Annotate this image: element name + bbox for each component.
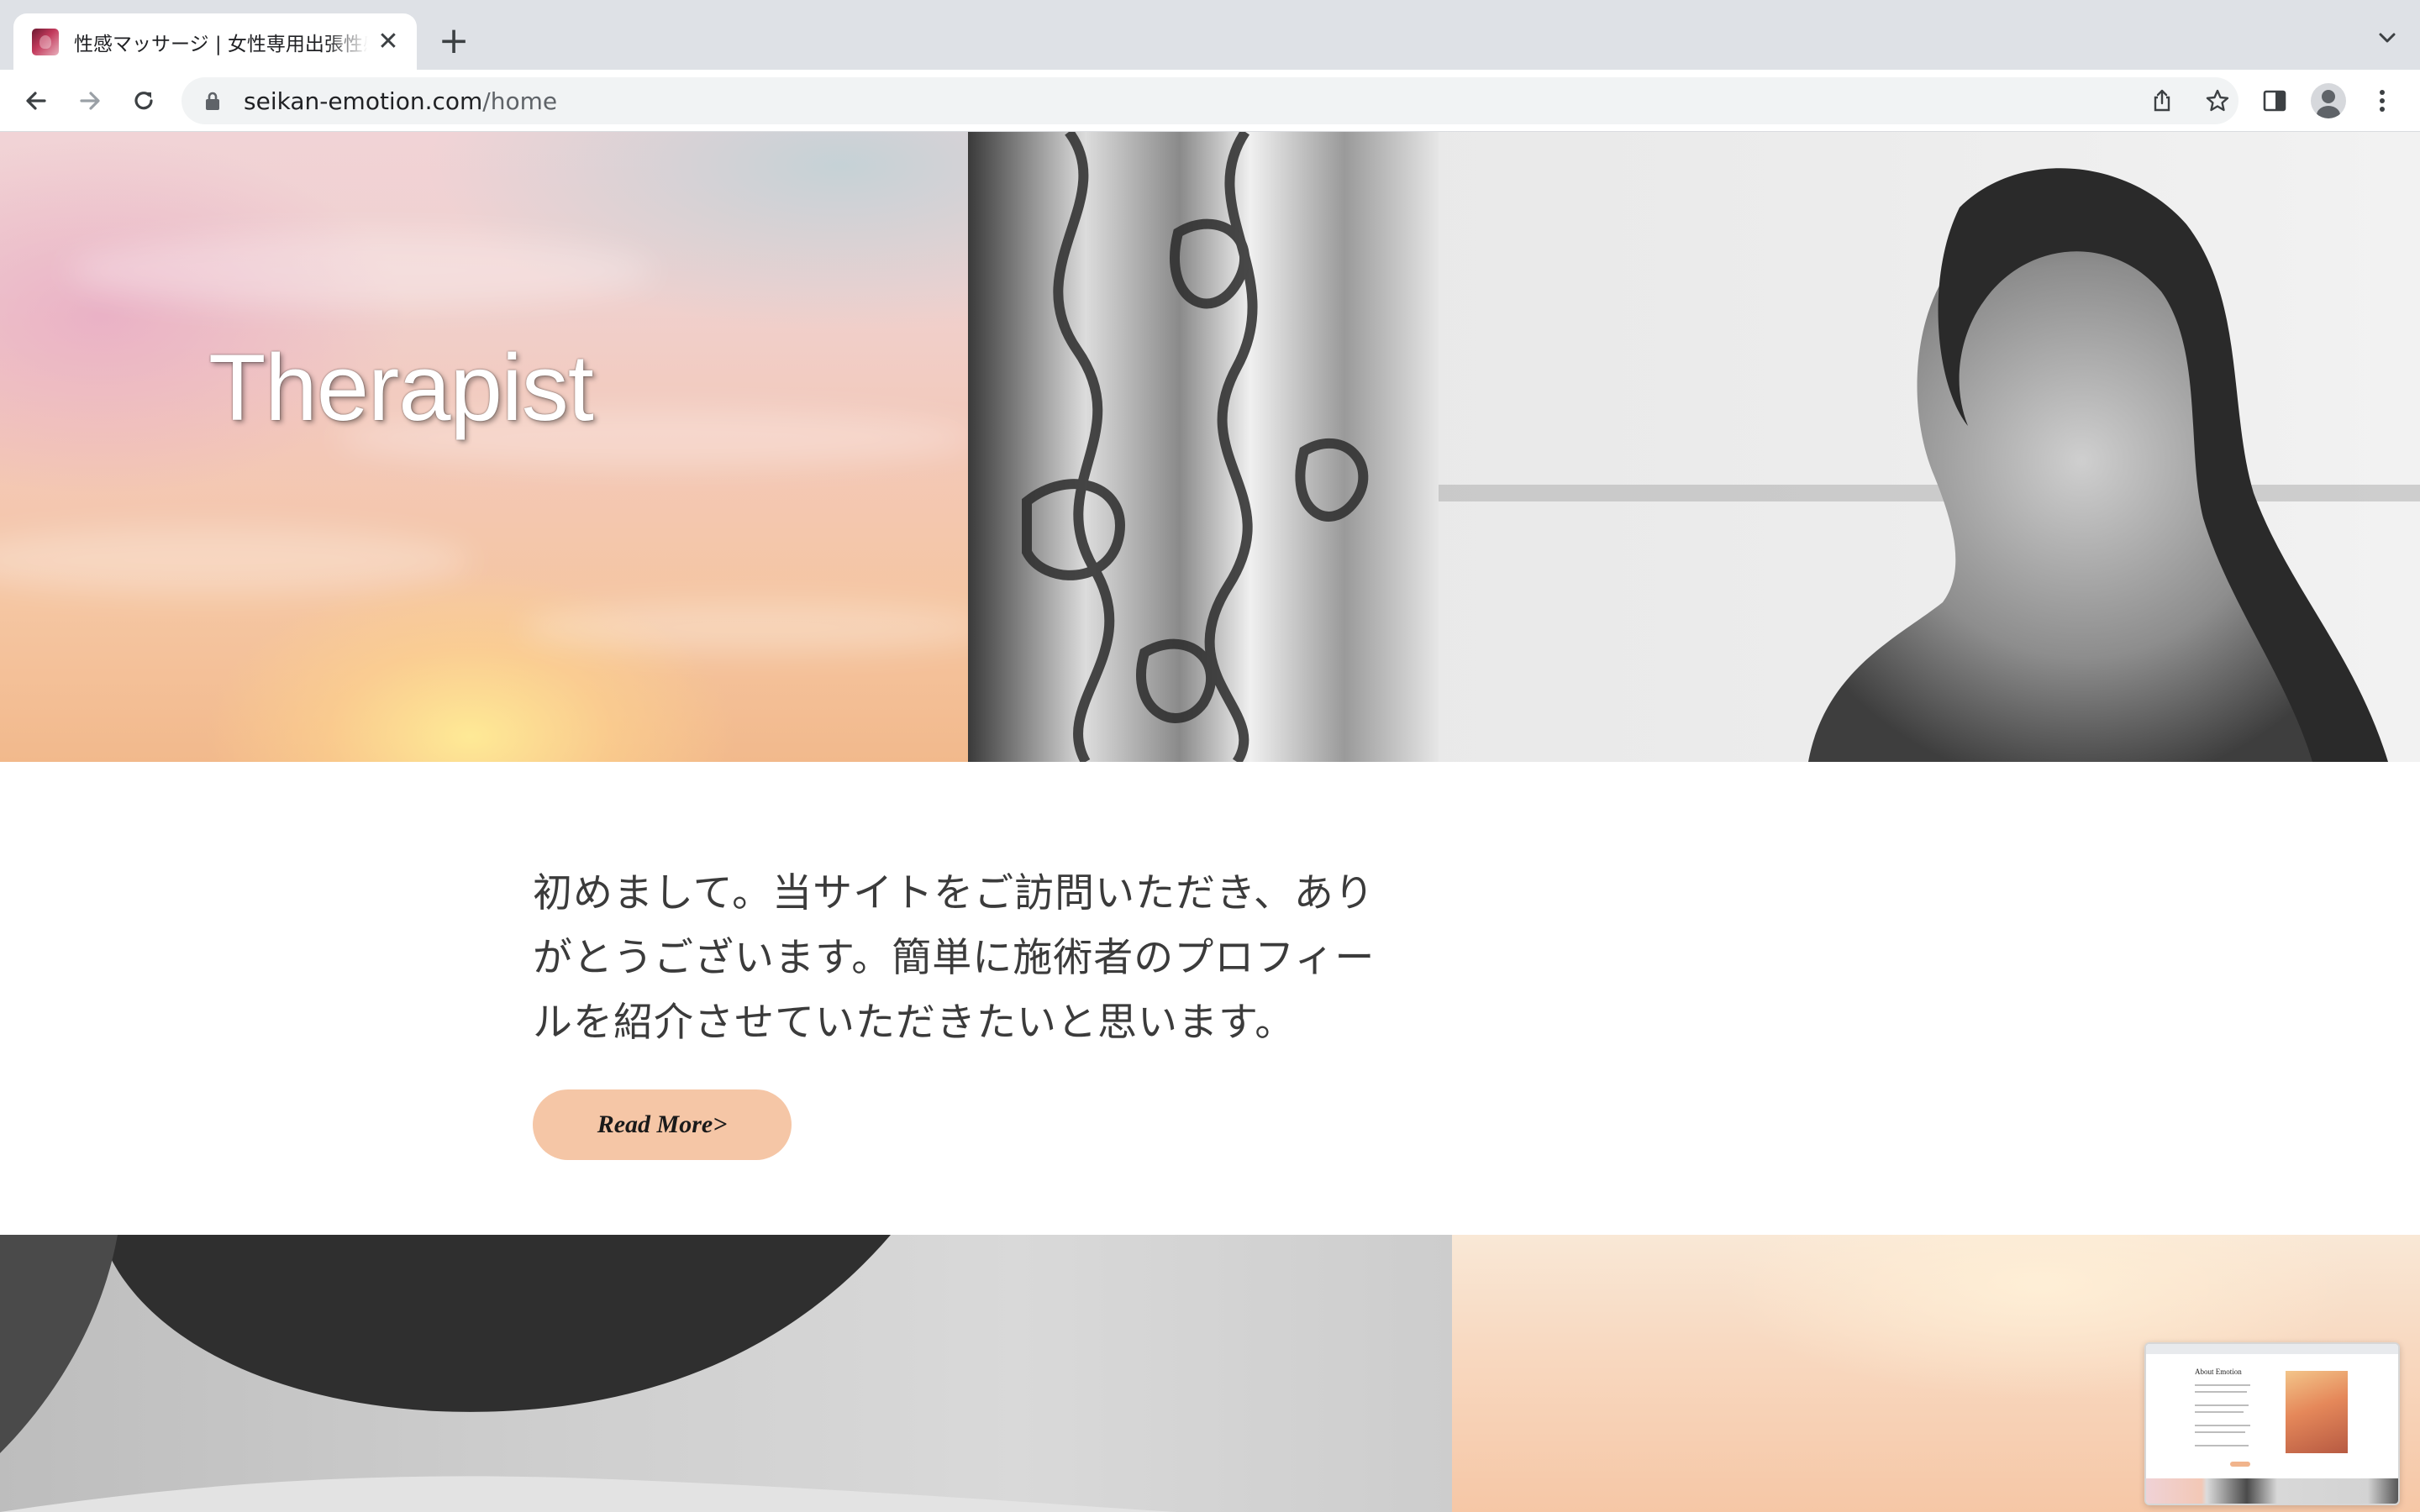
thumbnail-title: About Emotion bbox=[2195, 1368, 2242, 1376]
intro-line: がとうございます。簡単に施術者のプロフィー bbox=[533, 935, 1376, 981]
intro-line: 初めまして。当サイトをご訪問いただき、あり bbox=[533, 870, 1375, 916]
thumbnail-text-line bbox=[2195, 1384, 2250, 1386]
thumbnail-button bbox=[2230, 1462, 2250, 1467]
tab-title: 性感マッサージ | 女性専用出張性感 bbox=[74, 33, 368, 55]
bw-portrait-image bbox=[0, 1235, 1452, 1512]
page-preview-thumbnail[interactable]: About Emotion bbox=[2144, 1342, 2400, 1505]
menu-kebab-icon[interactable] bbox=[2363, 81, 2402, 120]
url-domain: seikan-emotion.com bbox=[244, 87, 483, 115]
thumbnail-text-line bbox=[2195, 1391, 2247, 1393]
reload-icon[interactable] bbox=[124, 81, 163, 120]
thumbnail-text-line bbox=[2195, 1404, 2249, 1406]
thumbnail-text-line bbox=[2195, 1431, 2245, 1433]
new-tab-button[interactable]: + bbox=[437, 22, 471, 60]
browser-toolbar: seikan-emotion.com/home bbox=[0, 70, 2420, 132]
tab-strip: 性感マッサージ | 女性専用出張性感 ✕ + bbox=[0, 0, 2420, 70]
share-icon[interactable] bbox=[2141, 77, 2183, 124]
intro-line: ルを紹介させていただきたいと思います。 bbox=[533, 1000, 1296, 1046]
profile-avatar[interactable] bbox=[2309, 81, 2348, 120]
account-avatar-icon bbox=[2311, 83, 2346, 118]
rose-favicon-icon bbox=[32, 28, 59, 55]
thumbnail-text-line bbox=[2195, 1411, 2244, 1413]
side-panel-icon[interactable] bbox=[2255, 81, 2294, 120]
thumbnail-toolbar bbox=[2146, 1344, 2398, 1354]
close-tab-icon[interactable]: ✕ bbox=[375, 29, 402, 55]
thumbnail-text-line bbox=[2195, 1445, 2249, 1446]
thumbnail-text-line bbox=[2195, 1425, 2250, 1426]
lock-icon[interactable] bbox=[202, 90, 224, 112]
web-page: Therapist 初めまして。当サイトをご訪問いただき、あり がとうございます… bbox=[0, 132, 2420, 1512]
browser-tab[interactable]: 性感マッサージ | 女性専用出張性感 ✕ bbox=[13, 13, 417, 70]
url-text[interactable]: seikan-emotion.com/home bbox=[244, 87, 557, 115]
woman-portrait-image bbox=[968, 132, 2420, 762]
forward-arrow-icon[interactable] bbox=[71, 81, 109, 120]
address-bar[interactable]: seikan-emotion.com/home bbox=[182, 77, 2238, 124]
chevron-down-icon[interactable] bbox=[2375, 25, 2400, 50]
intro-text: 初めまして。当サイトをご訪問いただき、あり がとうございます。簡単に施術者のプロ… bbox=[533, 861, 1440, 1055]
sunset-sky-image bbox=[0, 132, 968, 762]
thumbnail-strip bbox=[2146, 1478, 2398, 1504]
thumbnail-image bbox=[2286, 1371, 2348, 1453]
bookmark-star-icon[interactable] bbox=[2196, 77, 2238, 124]
url-path: /home bbox=[482, 87, 558, 115]
hero-title: Therapist bbox=[208, 335, 594, 440]
back-arrow-icon[interactable] bbox=[17, 81, 55, 120]
read-more-button[interactable]: Read More> bbox=[533, 1089, 792, 1160]
